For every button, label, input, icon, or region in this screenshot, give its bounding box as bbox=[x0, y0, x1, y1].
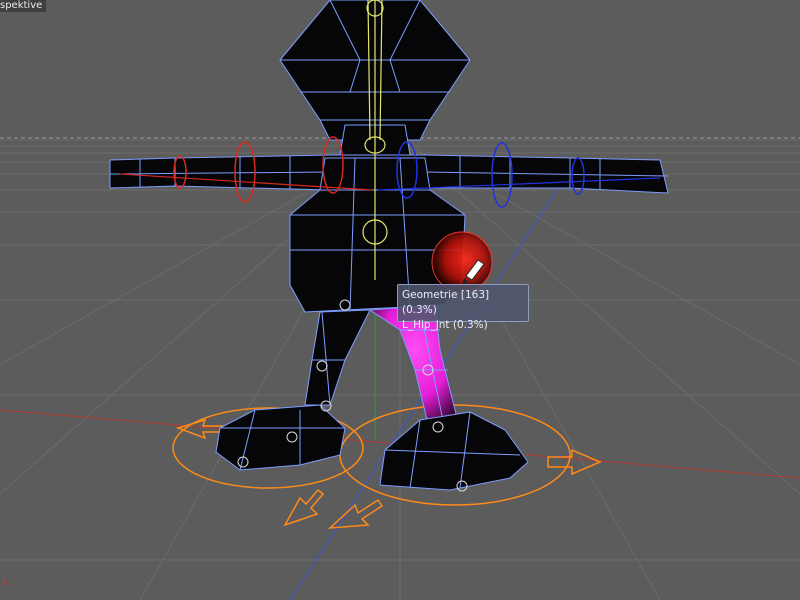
weight-brush-radius bbox=[431, 231, 493, 293]
3d-viewport[interactable]: spektive Geometrie [163] (0.3%) L_Hip_jn… bbox=[0, 0, 800, 600]
x-axis-label: x bbox=[2, 578, 8, 588]
tooltip-geometry-line: Geometrie [163] (0.3%) bbox=[402, 289, 490, 316]
joint-weight-tooltip: Geometrie [163] (0.3%) L_Hip_jnt (0.3%) bbox=[397, 284, 529, 331]
view-name-label: spektive bbox=[0, 0, 47, 12]
tooltip-joint-line: L_Hip_jnt (0.3%) bbox=[402, 319, 488, 331]
